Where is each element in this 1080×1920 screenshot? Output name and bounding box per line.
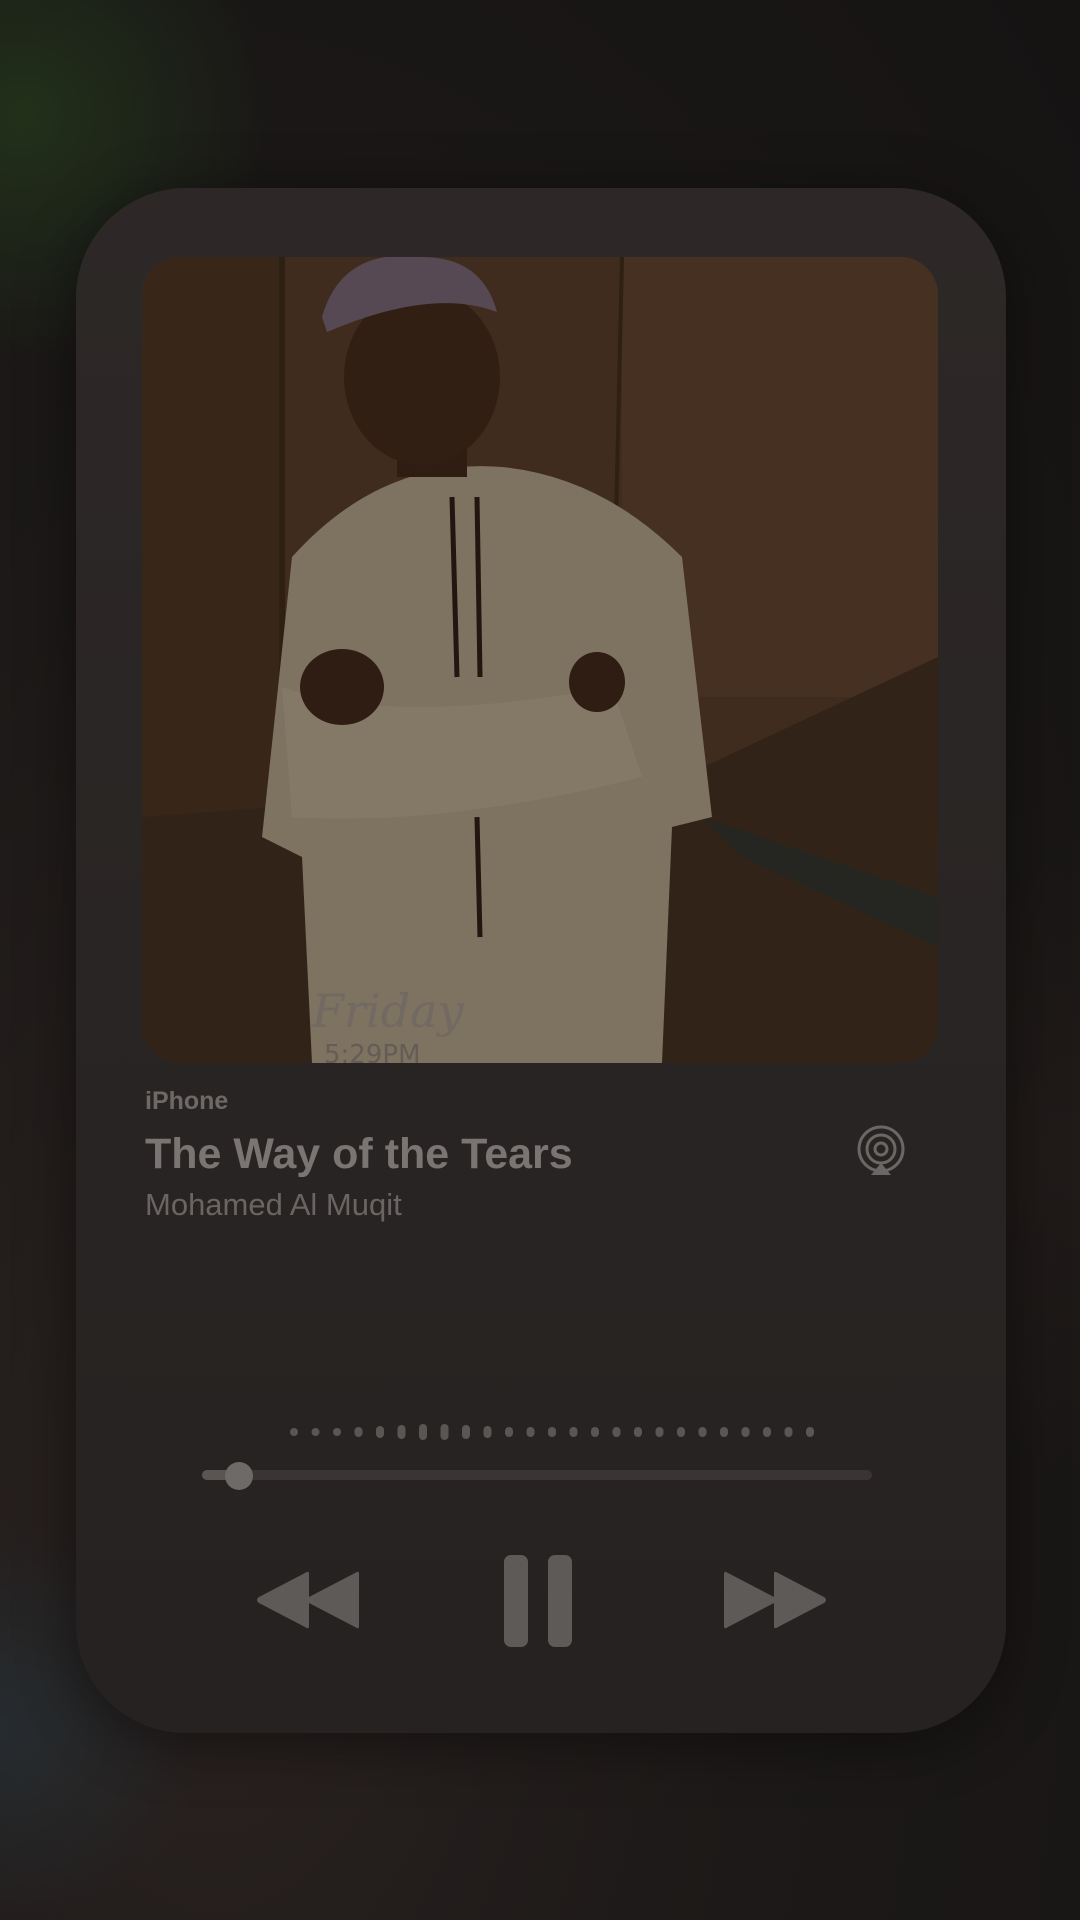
waveform-bar [419,1424,427,1440]
waveform-bar [505,1427,513,1437]
pause-button[interactable] [502,1553,574,1649]
waveform-bar [784,1427,793,1437]
progress-track [202,1470,872,1480]
progress-knob[interactable] [224,1462,253,1490]
waveform-bar [634,1427,642,1437]
waveform-bar [698,1427,707,1437]
waveform-bar [591,1427,599,1437]
fast-forward-button[interactable] [720,1570,828,1630]
waveform-bar [763,1427,771,1437]
track-artist: Mohamed Al Muqit [145,1187,402,1222]
output-source-label: iPhone [145,1087,229,1115]
airplay-icon [857,1125,905,1175]
waveform-bar [311,1428,320,1436]
rewind-button[interactable] [255,1570,363,1630]
waveform-bar [569,1427,578,1437]
waveform-bar [806,1427,814,1437]
waveform-bar [655,1427,664,1437]
waveform-bar [290,1428,298,1436]
waveform-bar [677,1427,685,1437]
waveform-bar [440,1424,449,1440]
waveform-bar [376,1426,384,1438]
fast-forward-icon [724,1571,826,1629]
waveform-bar [333,1428,341,1436]
album-artwork: Friday 5:29PM [142,257,938,1063]
waveform-bar [397,1425,406,1439]
airplay-button[interactable] [855,1125,907,1177]
waveform-bar [741,1427,750,1437]
progress-scrubber[interactable] [202,1462,872,1490]
rewind-icon [257,1571,359,1629]
waveform-bar [720,1427,728,1437]
waveform-bar [548,1427,556,1437]
pause-icon [504,1555,572,1647]
audio-waveform [290,1424,814,1440]
track-title: The Way of the Tears [145,1130,573,1178]
waveform-bar [354,1427,363,1437]
waveform-bar [483,1426,492,1438]
waveform-bar [612,1427,621,1437]
waveform-bar [462,1425,470,1439]
waveform-bar [526,1427,535,1437]
